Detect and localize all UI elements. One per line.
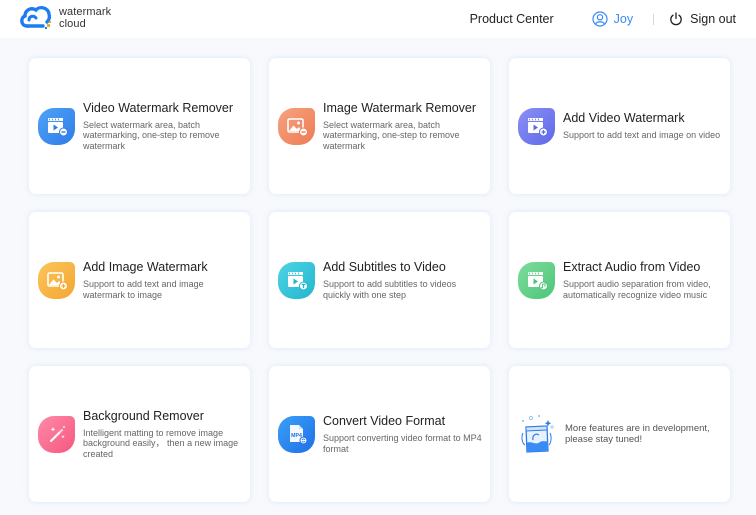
tool-card-add-video-watermark[interactable]: Add Video Watermark Support to add text … <box>509 58 730 194</box>
video-subtitle-icon <box>278 261 315 299</box>
card-title: Add Subtitles to Video <box>323 260 446 274</box>
video-audio-icon <box>518 261 555 299</box>
card-title: Image Watermark Remover <box>323 100 477 115</box>
logo-text: watermark cloud <box>59 6 111 30</box>
tool-card-background-remover[interactable]: Background Remover Intelligent matting t… <box>29 366 250 502</box>
tool-card-convert-video-format[interactable]: MP4 Convert Video Format Support convert… <box>269 366 490 502</box>
card-title: Add Image Watermark <box>83 260 208 274</box>
logo[interactable]: watermark cloud <box>19 5 111 31</box>
mp4-file-icon: MP4 <box>278 415 315 453</box>
logo-line-2: cloud <box>59 18 86 30</box>
image-add-icon <box>38 261 75 299</box>
in-development-illustration <box>521 415 554 453</box>
card-description: Support to add text and image on video <box>563 130 721 141</box>
tool-card-add-subtitles[interactable]: Add Subtitles to Video Support to add su… <box>269 212 490 348</box>
card-title: Add Video Watermark <box>563 111 685 126</box>
tool-card-extract-audio[interactable]: Extract Audio from Video Support audio s… <box>509 212 730 348</box>
tool-card-add-image-watermark[interactable]: Add Image Watermark Support to add text … <box>29 212 250 348</box>
user-circle-icon <box>592 11 608 27</box>
video-add-icon <box>518 107 555 145</box>
top-header: watermark cloud Product Center Joy Sign … <box>0 0 756 38</box>
card-description: Support converting video format to MP4 f… <box>323 433 482 454</box>
more-features-card: More features are in development, please… <box>509 366 730 502</box>
card-title: Background Remover <box>83 408 204 423</box>
card-title: Video Watermark Remover <box>83 100 234 115</box>
tool-card-image-watermark-remover[interactable]: Image Watermark Remover Select watermark… <box>269 58 490 194</box>
card-title: Extract Audio from Video <box>563 260 701 274</box>
image-remove-icon <box>278 107 315 145</box>
card-description: Support audio separation from video, aut… <box>563 279 711 300</box>
card-description: Intelligent matting to remove image back… <box>83 427 239 459</box>
username: Joy <box>613 12 634 26</box>
power-icon <box>670 12 682 26</box>
top-nav: Product Center Joy Sign out <box>470 0 736 38</box>
tools-grid: Video Watermark Remover Select watermark… <box>29 58 730 502</box>
cloud-logo-icon <box>20 5 52 29</box>
card-description: Support to add text and image watermark … <box>83 279 204 300</box>
logo-line-1: watermark <box>59 6 112 18</box>
product-center-link[interactable]: Product Center <box>470 12 554 26</box>
card-description: Select watermark area, batch watermarkin… <box>323 119 460 151</box>
magic-wand-icon <box>38 415 75 453</box>
card-title: Convert Video Format <box>323 414 446 428</box>
nav-divider <box>653 13 655 25</box>
user-menu[interactable]: Joy <box>592 11 633 27</box>
more-features-text: More features are in development, please… <box>565 423 710 445</box>
card-description: Select watermark area, batch watermarkin… <box>83 119 220 151</box>
card-description: Support to add subtitles to videos quick… <box>323 279 457 300</box>
video-remove-icon <box>38 107 75 145</box>
tool-card-video-watermark-remover[interactable]: Video Watermark Remover Select watermark… <box>29 58 250 194</box>
sign-out-label: Sign out <box>690 12 736 26</box>
sign-out-button[interactable]: Sign out <box>669 12 736 26</box>
